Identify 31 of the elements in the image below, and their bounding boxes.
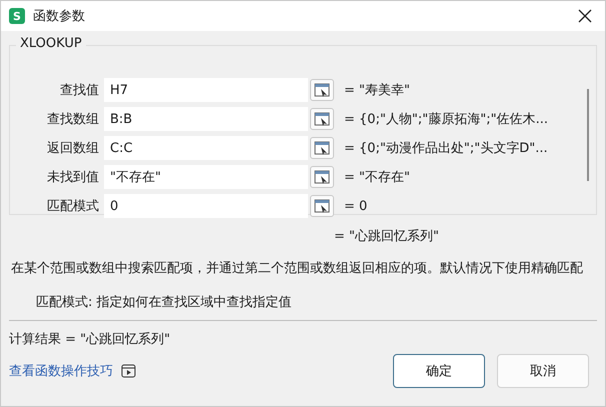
argument-result: = "不存在": [344, 169, 410, 186]
argument-label: 匹配模式: [46, 198, 100, 215]
argument-field[interactable]: 0: [104, 194, 308, 218]
range-select-button[interactable]: [310, 79, 334, 101]
argument-label: 查找数组: [46, 111, 100, 128]
argument-result: = 0: [344, 198, 368, 214]
video-icon[interactable]: [121, 364, 136, 378]
cancel-button[interactable]: 取消: [497, 354, 589, 388]
argument-label: 返回数组: [46, 140, 100, 157]
range-select-button[interactable]: [310, 137, 334, 159]
argument-field[interactable]: "不存在": [104, 165, 308, 189]
argument-label: 查找值: [59, 82, 100, 99]
help-link[interactable]: 查看函数操作技巧: [9, 362, 113, 380]
scrollbar[interactable]: [587, 89, 589, 181]
app-icon: S: [9, 8, 25, 24]
formula-result: = "心跳回忆系列": [334, 228, 440, 245]
window-title: 函数参数: [33, 8, 86, 25]
argument-result: = {0;"人物";"藤原拓海";"佐佐木...: [344, 111, 548, 128]
argument-help: 匹配模式: 指定如何在查找区域中查找指定值: [36, 294, 293, 311]
function-description: 在某个范围或数组中搜索匹配项，并通过第二个范围或数组返回相应的项。默认情况下使用精确匹配: [11, 260, 584, 278]
calculation-result: 计算结果 = "心跳回忆系列": [9, 331, 172, 348]
range-select-button[interactable]: [310, 195, 334, 217]
argument-field[interactable]: H7: [104, 78, 308, 102]
range-select-button[interactable]: [310, 108, 334, 130]
range-select-button[interactable]: [310, 166, 334, 188]
argument-field[interactable]: C:C: [104, 136, 308, 160]
argument-result: = "寿美幸": [344, 82, 410, 99]
ok-button[interactable]: 确定: [393, 354, 485, 388]
argument-field[interactable]: B:B: [104, 107, 308, 131]
argument-label: 未找到值: [46, 169, 100, 186]
argument-result: = {0;"动漫作品出处";"头文字D"...: [344, 140, 548, 157]
